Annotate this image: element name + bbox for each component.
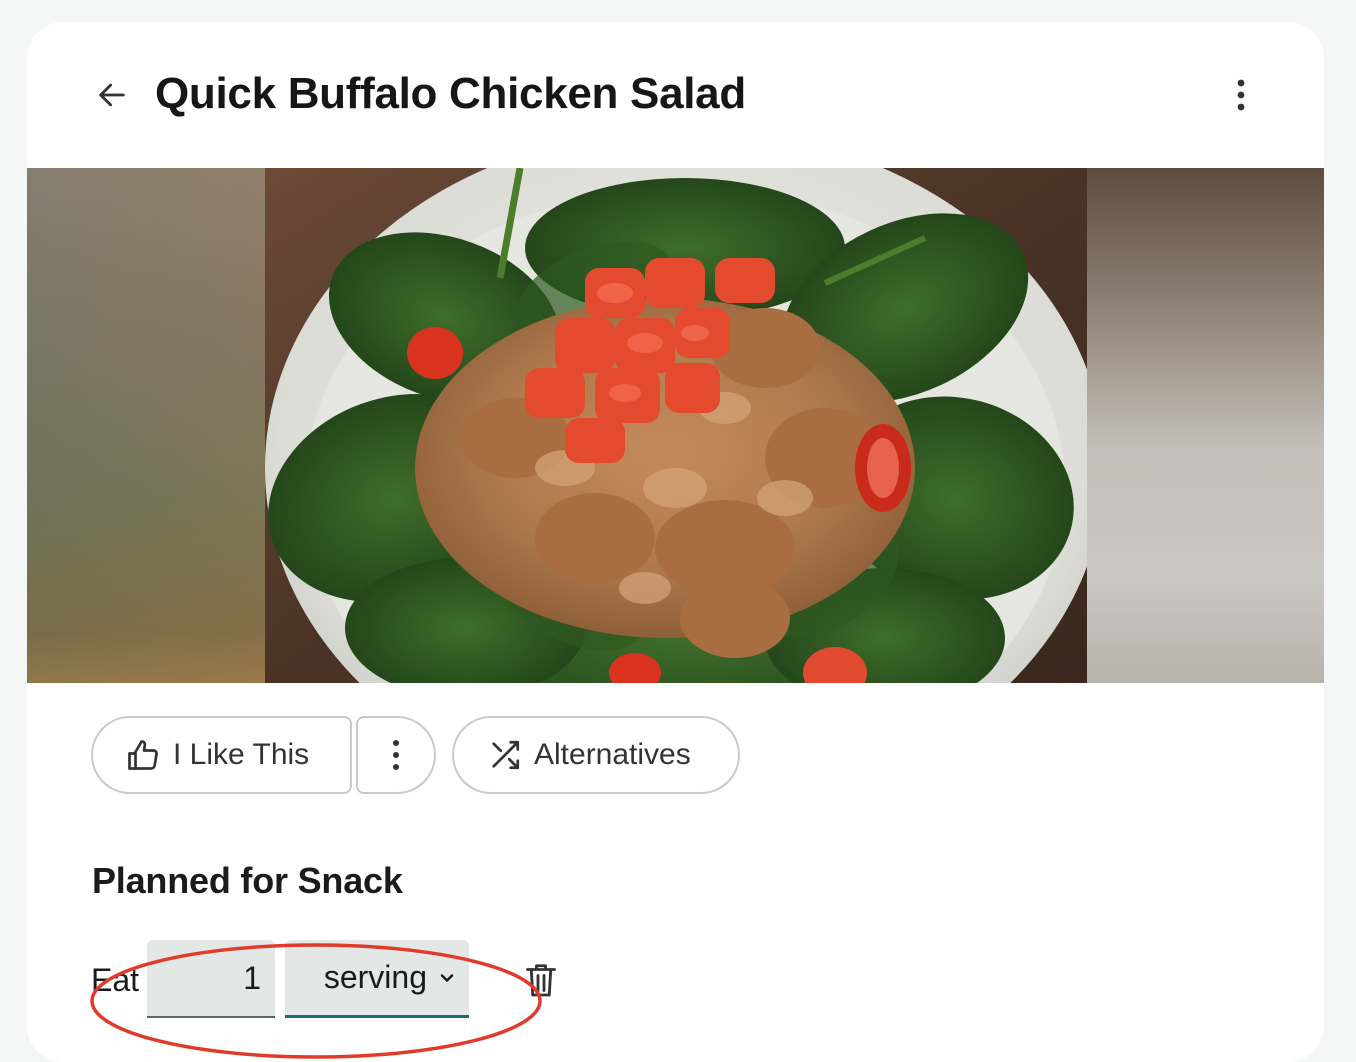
recipe-hero-image	[27, 168, 1324, 683]
page-title: Quick Buffalo Chicken Salad	[155, 69, 746, 118]
unit-select[interactable]: serving	[285, 940, 469, 1018]
more-vertical-icon	[1237, 79, 1245, 111]
planned-section-title: Planned for Snack	[92, 860, 403, 901]
salad-photo	[265, 168, 1087, 683]
serving-row: Eat serving	[91, 940, 611, 1020]
alternatives-button[interactable]: Alternatives	[452, 716, 740, 794]
hero-blur-left	[27, 168, 265, 683]
arrow-left-icon	[99, 83, 125, 107]
recipe-card: Quick Buffalo Chicken Salad I Like This …	[27, 22, 1324, 1062]
recipe-header: Quick Buffalo Chicken Salad	[27, 22, 1324, 168]
quantity-input[interactable]	[147, 940, 275, 1018]
unit-select-value: serving	[323, 959, 427, 995]
hero-blur-right	[1086, 168, 1324, 683]
eat-label: Eat	[91, 962, 140, 998]
back-button[interactable]	[89, 72, 135, 118]
more-vertical-icon	[393, 740, 399, 770]
shuffle-icon	[492, 740, 520, 770]
trash-icon	[526, 964, 556, 997]
like-button-label: I Like This	[173, 738, 310, 771]
thumbs-up-icon	[128, 740, 158, 770]
like-button[interactable]: I Like This	[91, 716, 352, 794]
header-more-button[interactable]	[1219, 72, 1263, 118]
chevron-down-icon	[440, 973, 454, 982]
alternatives-button-label: Alternatives	[534, 738, 691, 771]
like-options-button[interactable]	[356, 716, 436, 794]
recipe-actions: I Like This Alternatives	[91, 716, 791, 796]
delete-button[interactable]	[523, 960, 559, 1000]
